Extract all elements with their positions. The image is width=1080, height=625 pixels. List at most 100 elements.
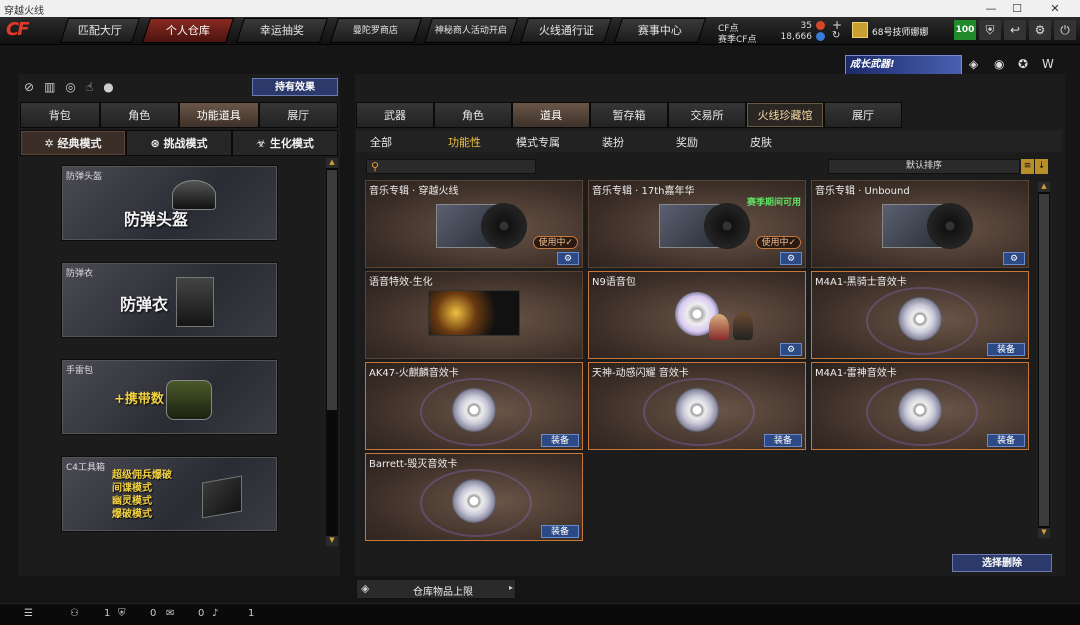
subtab-rewards[interactable]: 奖励	[676, 134, 698, 150]
tab-functional-items[interactable]: 功能道具	[179, 102, 259, 128]
subtab-outfit[interactable]: 装扮	[602, 134, 624, 150]
subtab-mode-exclusive[interactable]: 模式专属	[516, 134, 560, 150]
voice-effect-icon	[428, 290, 520, 336]
rank-badge-icon	[852, 22, 868, 38]
tab-biochemical-mode[interactable]: ☣ 生化模式	[232, 130, 338, 156]
c4-modes-list: 超级佣兵爆破 间谍模式 幽灵模式 爆破模式	[112, 470, 172, 520]
nav-tab-mandala-shop[interactable]: 曼陀罗商店	[329, 18, 423, 43]
window-titlebar: 穿越火线 — ☐ ✕	[0, 0, 1080, 17]
left-scrollbar-thumb[interactable]	[327, 170, 337, 410]
item-helmet[interactable]: 防弹头盔 防弹头盔	[61, 165, 278, 241]
badge-icon[interactable]: ✪	[1018, 57, 1028, 71]
tab-items[interactable]: 道具	[512, 102, 590, 128]
own-effects-button[interactable]: 持有效果	[252, 78, 338, 96]
nav-tab-mystery-merchant[interactable]: 神秘商人活动开启	[423, 18, 519, 43]
tab-weapons[interactable]: 武器	[356, 102, 434, 128]
nav-tab-event-center[interactable]: 赛事中心	[613, 18, 707, 43]
card-n9-voice[interactable]: N9语音包 ⚙	[588, 271, 806, 359]
list-view-icon[interactable]: ≡	[1021, 159, 1034, 174]
subtab-all[interactable]: 全部	[370, 134, 392, 150]
cycle-icon[interactable]: ◎	[65, 80, 85, 94]
nav-tab-match-lobby[interactable]: 匹配大厅	[59, 18, 141, 43]
character-portrait-icon	[733, 312, 753, 340]
scroll-down-icon[interactable]: ▼	[1038, 528, 1050, 538]
card-album-unbound[interactable]: 音乐专辑 · Unbound ⚙	[811, 180, 1029, 268]
v-emblem-icon[interactable]: ◈	[969, 57, 978, 71]
card-voice-biochem[interactable]: 语音特效-生化	[365, 271, 583, 359]
globe-icon[interactable]: ◉	[994, 57, 1004, 71]
card-tianshen[interactable]: 天神-动感闪耀 音效卡 装备	[588, 362, 806, 450]
tab-classic-mode[interactable]: ✲ 经典模式	[20, 130, 126, 156]
item-grenade-pack[interactable]: 手雷包 +携带数	[61, 359, 278, 435]
c4-toolbox-icon	[202, 475, 242, 519]
tab-storage-box[interactable]: 暂存箱	[590, 102, 668, 128]
subtab-functional[interactable]: 功能性	[448, 134, 481, 150]
minimize-icon[interactable]: —	[978, 0, 1004, 17]
character-portrait-icon	[709, 314, 729, 340]
card-barrett[interactable]: Barrett-毁灭音效卡 装备	[365, 453, 583, 541]
item-c4-toolbox[interactable]: C4工具箱 超级佣兵爆破 间谍模式 幽灵模式 爆破模式	[61, 456, 278, 532]
scroll-up-icon[interactable]: ▲	[1038, 182, 1050, 192]
back-icon[interactable]: ↩	[1004, 20, 1026, 40]
subtab-skins[interactable]: 皮肤	[750, 134, 772, 150]
status-count-b: 0	[150, 608, 157, 619]
card-m4a1-knight[interactable]: M4A1-黑骑士音效卡 装备	[811, 271, 1029, 359]
scroll-up-icon[interactable]: ▲	[326, 158, 338, 168]
card-settings-icon[interactable]: ⚙	[780, 343, 802, 356]
friends-icon[interactable]: ⚇	[70, 608, 79, 619]
level-badge: 100	[954, 20, 976, 40]
card-settings-icon[interactable]: ⚙	[1003, 252, 1025, 265]
scroll-down-icon[interactable]: ▼	[326, 536, 338, 546]
card-m4a1-thor[interactable]: M4A1-雷神音效卡 装备	[811, 362, 1029, 450]
maximize-icon[interactable]: ☐	[1004, 0, 1030, 17]
nav-tab-lucky-draw[interactable]: 幸运抽奖	[235, 18, 329, 43]
shield-icon[interactable]: ⛨	[979, 20, 1001, 40]
game-window: { "window": {"title": "穿越火线"}, "logo": "…	[0, 0, 1080, 625]
bar-icon[interactable]: ▥	[44, 80, 65, 94]
chat-icon[interactable]: ✉	[166, 608, 174, 619]
card-album-17th[interactable]: 音乐专辑 · 17th嘉年华 赛季期间可用 使用中✓ ⚙	[588, 180, 806, 268]
hand-icon[interactable]: ☝	[86, 80, 103, 94]
card-ak47-fire[interactable]: AK47-火麒麟音效卡 装备	[365, 362, 583, 450]
refresh-icon[interactable]: ↻	[832, 30, 840, 41]
settings-icon[interactable]: ⚙	[1029, 20, 1051, 40]
biochemical-mode-icon: ☣	[256, 137, 270, 150]
w-emblem-icon[interactable]: W	[1042, 57, 1054, 71]
tab-showroom[interactable]: 展厅	[258, 102, 338, 128]
album-cover-icon	[436, 203, 527, 249]
off-icon[interactable]: ⊘	[24, 80, 44, 94]
equip-button[interactable]: 装备	[541, 525, 579, 538]
tab-characters[interactable]: 角色	[434, 102, 512, 128]
tab-exchange[interactable]: 交易所	[668, 102, 746, 128]
equip-button[interactable]: 装备	[764, 434, 802, 447]
card-settings-icon[interactable]: ⚙	[557, 252, 579, 265]
nav-tab-warehouse[interactable]: 个人仓库	[141, 18, 235, 43]
sort-dropdown[interactable]: 默认排序	[828, 159, 1020, 174]
equip-button[interactable]: 装备	[987, 434, 1025, 447]
equip-button[interactable]: 装备	[541, 434, 579, 447]
tab-backpack[interactable]: 背包	[20, 102, 100, 128]
close-icon[interactable]: ✕	[1030, 0, 1080, 17]
card-settings-icon[interactable]: ⚙	[780, 252, 802, 265]
bomb-icon[interactable]: ●	[103, 80, 123, 94]
equip-button[interactable]: 装备	[987, 343, 1025, 356]
volume-icon[interactable]: ♪	[212, 608, 218, 619]
select-delete-button[interactable]: 选择删除	[952, 554, 1052, 572]
nav-tab-battle-pass[interactable]: 火线通行证	[519, 18, 613, 43]
tab-character[interactable]: 角色	[99, 102, 179, 128]
sort-order-icon[interactable]: ↓	[1035, 159, 1048, 174]
card-album-cf[interactable]: 音乐专辑 · 穿越火线 使用中✓ ⚙	[365, 180, 583, 268]
tab-challenge-mode[interactable]: ⊛ 挑战模式	[126, 130, 232, 156]
search-input[interactable]: ⚲	[366, 159, 536, 174]
item-vest[interactable]: 防弹衣 防弹衣	[61, 262, 278, 338]
menu-icon[interactable]: ☰	[24, 608, 33, 619]
right-scrollbar-thumb[interactable]	[1039, 194, 1049, 526]
tab-collection-hall[interactable]: 火线珍藏馆	[746, 102, 824, 128]
power-icon[interactable]: ⏻	[1054, 20, 1076, 40]
clan-shield-icon[interactable]: ⛨	[118, 608, 126, 619]
helmet-icon	[172, 180, 216, 210]
growth-weapon-banner[interactable]: 成长武器!	[845, 55, 962, 75]
tab-right-showroom[interactable]: 展厅	[824, 102, 902, 128]
capacity-bar[interactable]: ◈ 仓库物品上限 ▸	[356, 579, 516, 599]
player-name: 68号技师娜娜	[872, 28, 929, 38]
